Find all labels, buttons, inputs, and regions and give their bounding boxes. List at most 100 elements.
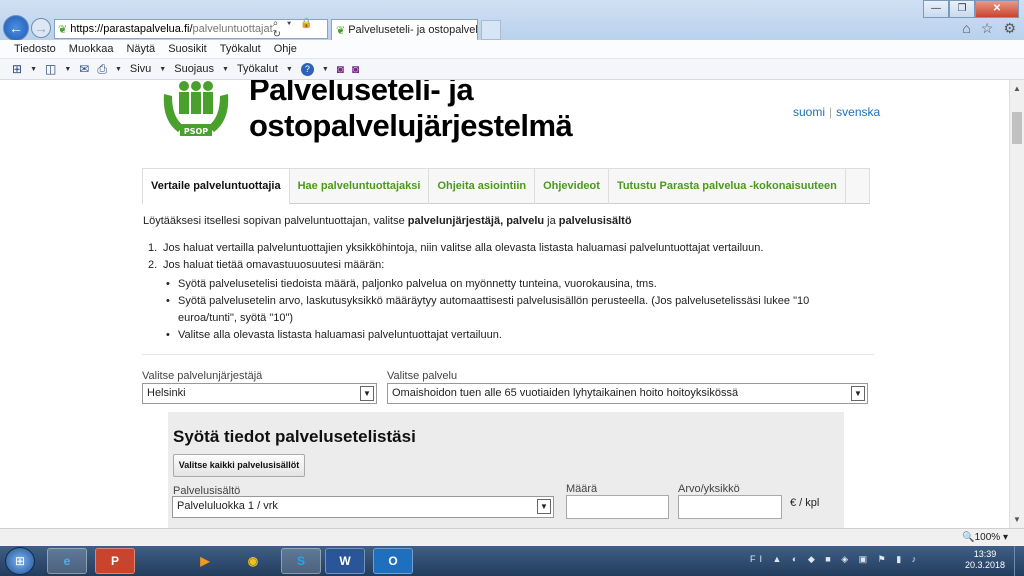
tab-apply-provider[interactable]: Hae palveluntuottajaksi <box>290 169 430 204</box>
amount-input[interactable] <box>566 495 669 519</box>
instruction-substeps: Syötä palvelusetelisi tiedoista määrä, p… <box>166 276 846 344</box>
intro-text: Löytääksesi itsellesi sopivan palveluntu… <box>143 215 632 227</box>
taskbar-chrome-icon[interactable]: ◉ <box>233 548 273 574</box>
instruction-steps: 1. Jos haluat vertailla palveluntuottajie… <box>148 240 848 274</box>
onenote-icon[interactable]: ◙ <box>337 62 344 76</box>
taskbar-clock[interactable]: 13:39 20.3.2018 <box>960 549 1010 571</box>
select-all-contents-button[interactable]: Valitse kaikki palvelusisällöt <box>173 454 305 477</box>
substep-item: Valitse alla olevasta listasta haluamasi… <box>166 327 846 344</box>
menu-item-tools[interactable]: Työkalut <box>220 43 261 55</box>
menu-item-help[interactable]: Ohje <box>274 43 297 55</box>
step-1: 1. Jos haluat vertailla palveluntuottajie… <box>148 242 764 254</box>
voucher-form-panel: Syötä tiedot palvelusetelistäsi Valitse … <box>168 412 844 528</box>
tab-parasta-palvelua[interactable]: Tutustu Parasta palvelua -kokonaisuuteen <box>609 169 846 204</box>
menu-bar: Tiedosto Muokkaa Näytä Suosikit Työkalut… <box>0 40 1024 59</box>
lang-link-sv[interactable]: svenska <box>836 105 880 119</box>
close-window-button[interactable]: ✕ <box>975 0 1019 18</box>
star-icon[interactable]: ☆ <box>981 20 994 37</box>
substep-item: Syötä palvelusetelin arvo, laskutusyksik… <box>166 293 846 327</box>
gear-icon[interactable]: ⚙ <box>1003 20 1016 37</box>
substep-item: Syötä palvelusetelisi tiedoista määrä, p… <box>166 276 846 293</box>
content-select[interactable]: Palveluluokka 1 / vrk ▼ <box>172 496 554 518</box>
onenote-link-icon[interactable]: ◙ <box>352 62 359 76</box>
service-label: Valitse palvelu <box>387 370 458 382</box>
url-path: palveluntuottajat <box>192 23 273 35</box>
input-language[interactable]: FI <box>750 554 766 564</box>
window-controls: — ❐ ✕ <box>923 0 1019 18</box>
tools-menu[interactable]: Työkalut <box>237 63 278 75</box>
home-icon[interactable]: ⌂ <box>962 20 970 37</box>
address-bar[interactable]: ❦ https://parastapalvelua.fi/palveluntuo… <box>54 18 328 40</box>
clock-date: 20.3.2018 <box>964 560 1006 570</box>
service-select-value: Omaishoidon tuen alle 65 vuotiaiden lyhy… <box>392 387 739 399</box>
panel-title: Syötä tiedot palvelusetelistäsi <box>173 427 416 446</box>
windows-taskbar: ⊞ e P ▶ ◉ S W O FI ▲ ◐ ◆ ■ ◈ ▣ ⚑ ▮ ♪ 13:… <box>0 546 1024 576</box>
logo-text: PSOP <box>184 127 208 136</box>
safety-menu[interactable]: Suojaus <box>174 63 214 75</box>
chevron-down-icon: ▼ <box>851 386 865 401</box>
page-scrollbar[interactable]: ▲ ▼ <box>1009 80 1024 528</box>
unit-value-input[interactable] <box>678 495 782 519</box>
lang-link-fi[interactable]: suomi <box>793 105 825 119</box>
show-desktop-button[interactable] <box>1014 546 1024 576</box>
zoom-level[interactable]: 🔍100% ▾ <box>962 532 1008 543</box>
scroll-thumb[interactable] <box>1012 112 1022 144</box>
taskbar-skype-icon[interactable]: S <box>281 548 321 574</box>
help-icon[interactable]: ? <box>300 62 314 76</box>
system-tray: FI ▲ ◐ ◆ ■ ◈ ▣ ⚑ ▮ ♪ <box>750 554 921 564</box>
organizer-select[interactable]: Helsinki ▼ <box>142 383 377 404</box>
taskbar-powerpoint-icon[interactable]: P <box>95 548 135 574</box>
new-tab-button[interactable] <box>481 20 501 40</box>
browser-tab-active[interactable]: ❦ Palveluseteli- ja ostopalvelu... ✕ <box>331 19 478 40</box>
tab-instructions[interactable]: Ohjeita asiointiin <box>429 169 536 204</box>
scroll-down-icon[interactable]: ▼ <box>1013 515 1021 524</box>
taskbar-mediaplayer-icon[interactable]: ▶ <box>185 548 225 574</box>
tab-compare-providers[interactable]: Vertaile palveluntuottajia <box>143 169 290 205</box>
start-button[interactable]: ⊞ <box>5 547 35 575</box>
clock-time: 13:39 <box>973 549 997 559</box>
zoom-icon: 🔍 <box>962 532 975 543</box>
minimize-button[interactable]: — <box>923 0 949 18</box>
taskbar-word-icon[interactable]: W <box>325 548 365 574</box>
psop-logo: PSOP <box>163 81 229 136</box>
menu-item-edit[interactable]: Muokkaa <box>69 43 114 55</box>
browser-right-icons: ⌂ ☆ ⚙ <box>962 20 1016 37</box>
unit-suffix: € / kpl <box>790 497 820 509</box>
taskbar-outlook-icon[interactable]: O <box>373 548 413 574</box>
status-bar: 🔍100% ▾ <box>0 528 1024 546</box>
content-select-value: Palveluluokka 1 / vrk <box>177 500 278 512</box>
amount-label: Määrä <box>566 483 598 495</box>
chevron-down-icon: ▼ <box>537 499 551 514</box>
command-bar: ⊞ ▼ ◫ ▼ ✉ ⎙ ▼ Sivu ▼ Suojaus ▼ Työkalut ▼ ? ▼ ◙… <box>0 59 1024 80</box>
address-controls[interactable]: ⌕ ▾ 🔒 ↻ <box>273 18 327 40</box>
site-title-line1: Palveluseteli- ja <box>249 80 474 107</box>
back-button[interactable]: ← <box>3 15 29 41</box>
tab-title: Palveluseteli- ja ostopalvelu... <box>348 24 478 36</box>
feeds-icon[interactable]: ◫ <box>45 62 56 76</box>
browser-titlebar: ← → ❦ https://parastapalvelua.fi/palvelu… <box>0 0 1024 41</box>
site-favicon-icon: ❦ <box>58 23 68 36</box>
divider <box>142 354 874 355</box>
page-menu[interactable]: Sivu <box>130 63 151 75</box>
unit-value-label: Arvo/yksikkö <box>678 483 740 495</box>
chevron-down-icon: ▼ <box>360 386 374 401</box>
print-icon[interactable]: ⎙ <box>97 62 107 77</box>
organizer-select-value: Helsinki <box>147 387 186 399</box>
mail-icon[interactable]: ✉ <box>79 62 89 76</box>
scroll-up-icon[interactable]: ▲ <box>1013 84 1021 93</box>
tab-favicon-icon: ❦ <box>336 24 346 37</box>
menu-item-file[interactable]: Tiedosto <box>14 43 56 55</box>
taskbar-ie-icon[interactable]: e <box>47 548 87 574</box>
language-switcher: suomi | svenska <box>793 105 881 119</box>
tab-videos[interactable]: Ohjevideot <box>535 169 609 204</box>
site-title-line2: ostopalvelujärjestelmä <box>249 108 573 143</box>
service-select[interactable]: Omaishoidon tuen alle 65 vuotiaiden lyhy… <box>387 383 868 404</box>
restore-button[interactable]: ❐ <box>949 0 975 18</box>
forward-button[interactable]: → <box>31 18 51 38</box>
menu-item-favorites[interactable]: Suosikit <box>168 43 207 55</box>
favorites-add-icon[interactable]: ⊞ <box>12 62 22 76</box>
page-viewport: PSOP Palveluseteli- ja ostopalvelujärjes… <box>0 80 1009 528</box>
menu-item-view[interactable]: Näytä <box>126 43 155 55</box>
site-title: Palveluseteli- ja ostopalvelujärjestelmä <box>249 80 573 144</box>
organizer-label: Valitse palvelunjärjestäjä <box>142 370 263 382</box>
